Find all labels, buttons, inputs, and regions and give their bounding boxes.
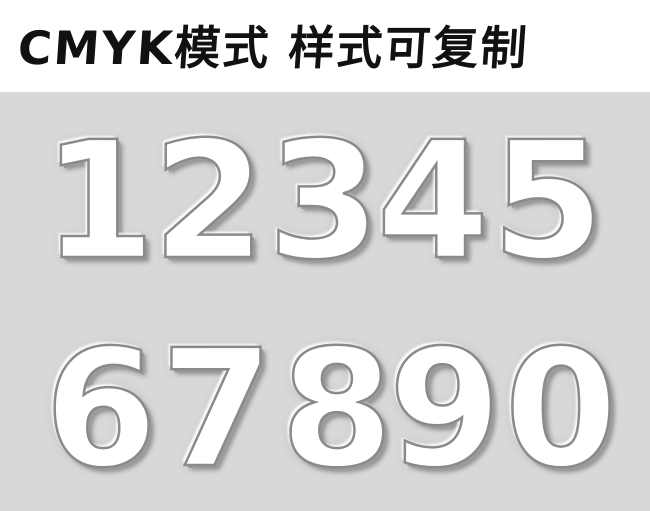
title-style-copyable: 样式可复制 — [286, 21, 531, 75]
digit-9: 9 — [384, 328, 506, 492]
digit-7: 7 — [156, 328, 278, 492]
digit-1: 1 — [38, 120, 160, 284]
digit-0: 0 — [500, 328, 622, 492]
digit-8: 8 — [276, 328, 398, 492]
digit-4: 4 — [372, 120, 494, 284]
digit-row-2: 6 7 8 9 0 — [0, 328, 650, 492]
digit-row-1: 1 2 3 4 5 — [0, 120, 650, 284]
digit-6: 6 — [40, 328, 162, 492]
digit-5: 5 — [487, 120, 609, 284]
digit-canvas: 1 2 3 4 5 6 7 8 9 0 — [0, 92, 650, 511]
page-title: CMYK模式 样式可复制 — [16, 21, 531, 75]
digit-3: 3 — [263, 120, 385, 284]
header-banner: CMYK模式 样式可复制 — [0, 0, 650, 92]
title-cmyk-mode: CMYK模式 — [16, 21, 273, 75]
digit-2: 2 — [148, 120, 270, 284]
